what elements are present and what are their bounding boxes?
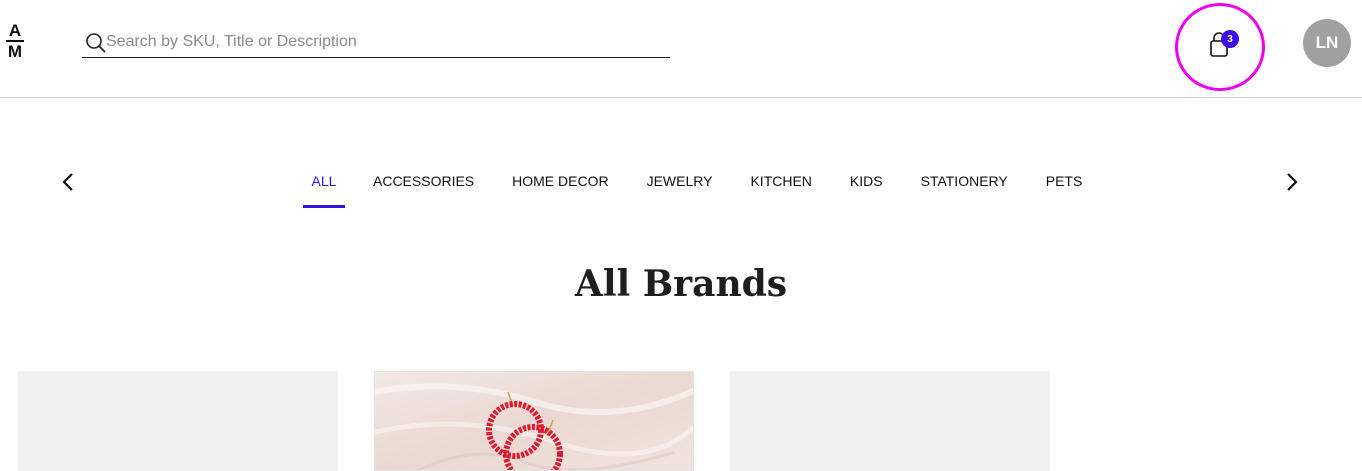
tab-accessories[interactable]: ACCESSORIES	[373, 150, 474, 208]
tab-kids[interactable]: KIDS	[850, 150, 883, 208]
brand-card[interactable]	[18, 371, 338, 471]
brand-card[interactable]	[374, 371, 694, 471]
user-avatar[interactable]: LN	[1303, 19, 1351, 67]
cart-count-badge: 3	[1221, 30, 1239, 48]
top-header: A M 3 LN	[0, 0, 1362, 98]
chevron-left-icon[interactable]	[58, 170, 78, 194]
brand-card[interactable]	[730, 371, 1050, 471]
page-title: All Brands	[574, 263, 788, 305]
chevron-right-icon[interactable]	[1282, 170, 1302, 194]
search-bar	[82, 28, 670, 58]
tab-all[interactable]: ALL	[303, 150, 345, 208]
tab-jewelry[interactable]: JEWELRY	[647, 150, 713, 208]
brand-logo[interactable]: A M	[4, 22, 26, 68]
category-tabs: ALL ACCESSORIES HOME DECOR JEWELRY KITCH…	[303, 150, 1082, 210]
tab-pets[interactable]: PETS	[1046, 150, 1083, 208]
search-icon[interactable]	[84, 32, 106, 54]
logo-letter-top: A	[8, 21, 22, 40]
tab-kitchen[interactable]: KITCHEN	[750, 150, 811, 208]
tab-home-decor[interactable]: HOME DECOR	[512, 150, 608, 208]
category-nav: ALL ACCESSORIES HOME DECOR JEWELRY KITCH…	[0, 150, 1362, 210]
search-input[interactable]	[106, 30, 666, 54]
cart-button[interactable]: 3	[1175, 3, 1265, 91]
tab-stationery[interactable]: STATIONERY	[921, 150, 1008, 208]
earrings-image	[375, 372, 693, 470]
logo-letter-bottom: M	[7, 42, 23, 61]
